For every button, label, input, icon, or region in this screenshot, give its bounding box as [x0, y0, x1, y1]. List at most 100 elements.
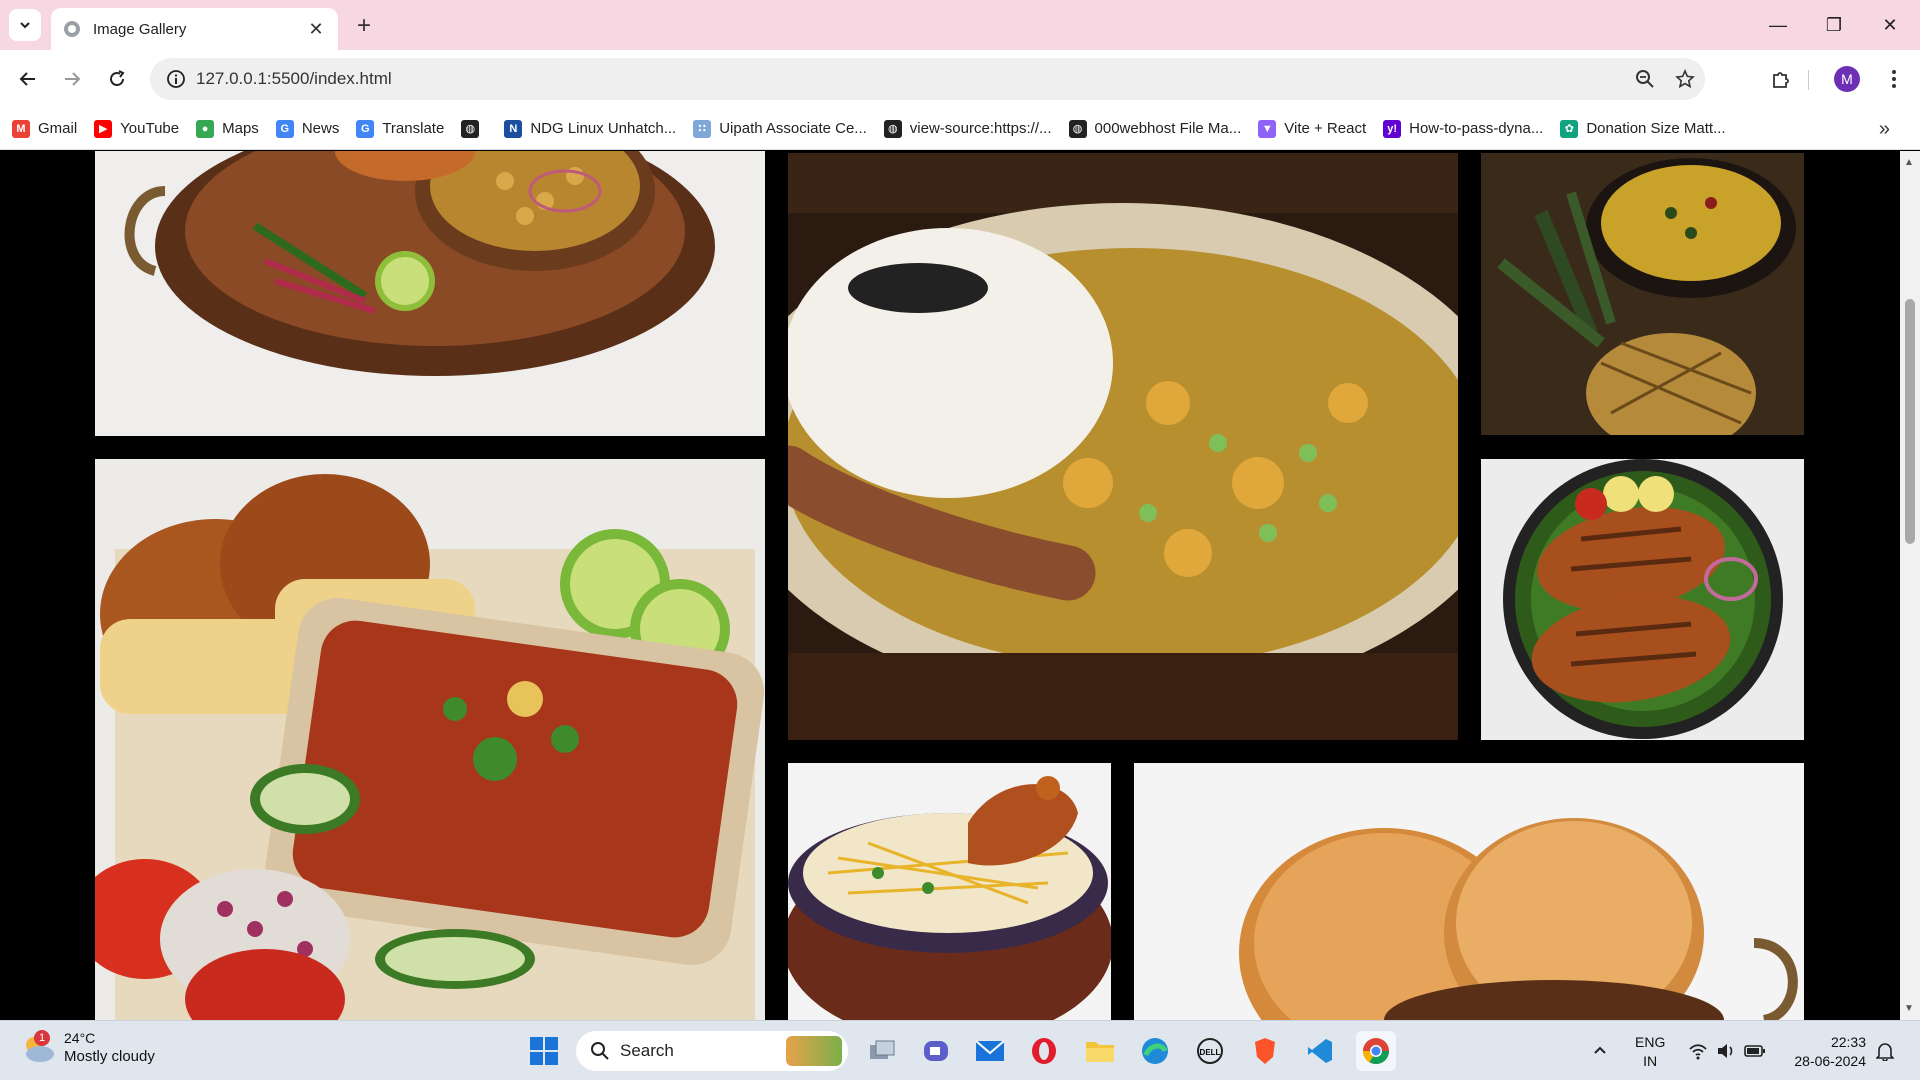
avatar: M	[1834, 66, 1860, 92]
photo-pineapple-curry[interactable]	[1481, 153, 1804, 435]
bookmark-item[interactable]: G Translate	[356, 119, 445, 138]
bookmark-label: Uipath Associate Ce...	[719, 120, 867, 137]
task-view-button[interactable]	[862, 1031, 902, 1071]
globe-icon: ◍	[461, 119, 480, 138]
site-info-icon[interactable]	[156, 69, 196, 89]
mail-button[interactable]	[970, 1031, 1010, 1071]
vertical-scrollbar[interactable]: ▲ ▼	[1900, 151, 1920, 1020]
mail-icon	[975, 1040, 1005, 1061]
opera-icon	[1032, 1038, 1056, 1064]
scroll-down-icon[interactable]: ▼	[1904, 1003, 1914, 1014]
bookmark-item[interactable]: ∷ Uipath Associate Ce...	[693, 119, 867, 138]
show-hidden-icons-button[interactable]	[1592, 1021, 1608, 1080]
windows-taskbar: 1 24°C Mostly cloudy Search DELL ENG IN …	[0, 1020, 1920, 1080]
task-view-icon	[870, 1040, 895, 1059]
bookmark-star-icon[interactable]	[1665, 69, 1705, 89]
bookmark-item[interactable]: G News	[275, 119, 339, 138]
windows-icon	[530, 1037, 558, 1065]
language-indicator[interactable]: ENG IN	[1635, 1033, 1665, 1071]
chrome-button[interactable]	[1356, 1031, 1396, 1071]
bookmark-item[interactable]: ◍	[461, 119, 487, 138]
active-tab[interactable]: Image Gallery ✕	[51, 8, 338, 50]
clock[interactable]: 22:33 28-06-2024	[1794, 1033, 1866, 1071]
bookmark-item[interactable]: M Gmail	[12, 119, 77, 138]
weather-widget[interactable]: 1 24°C Mostly cloudy	[20, 1029, 155, 1067]
bookmark-item[interactable]: ▼ Vite + React	[1258, 119, 1367, 138]
reload-button[interactable]	[101, 63, 133, 95]
close-window-button[interactable]: ✕	[1862, 0, 1918, 50]
scroll-up-icon[interactable]: ▲	[1904, 157, 1914, 168]
photo-chicken-biryani[interactable]	[788, 763, 1111, 1020]
bookmark-item[interactable]: N NDG Linux Unhatch...	[504, 119, 677, 138]
meet-icon	[924, 1041, 948, 1061]
zoom-icon[interactable]	[1625, 69, 1665, 89]
clock-date: 28-06-2024	[1794, 1053, 1866, 1069]
start-button[interactable]	[524, 1031, 564, 1071]
language-code: ENG	[1635, 1034, 1666, 1050]
photo-chole-plate[interactable]	[95, 151, 765, 436]
chevron-down-icon	[20, 22, 30, 29]
vscode-button[interactable]	[1300, 1031, 1340, 1071]
bookmark-item[interactable]: ✿ Donation Size Matt...	[1560, 119, 1726, 138]
openai-icon: ✿	[1560, 119, 1579, 138]
globe-icon: ◍	[883, 119, 902, 138]
svg-text:DELL: DELL	[1200, 1048, 1221, 1057]
arrow-left-icon	[19, 72, 35, 86]
weather-temp: 24°C	[64, 1030, 96, 1046]
photo-fried-fish[interactable]	[1481, 459, 1804, 740]
close-tab-icon[interactable]: ✕	[306, 19, 326, 40]
bookmark-item[interactable]: y! How-to-pass-dyna...	[1383, 119, 1544, 138]
brave-button[interactable]	[1245, 1031, 1285, 1071]
taskbar-search-label: Search	[620, 1041, 674, 1060]
file-explorer-button[interactable]	[1080, 1031, 1120, 1071]
youtube-icon: ▶	[94, 119, 113, 138]
quick-settings-button[interactable]	[1688, 1021, 1766, 1080]
globe-icon: ◍	[1068, 119, 1087, 138]
toolbar-divider	[1808, 70, 1809, 90]
bookmark-label: Translate	[382, 120, 445, 137]
scrollbar-thumb[interactable]	[1905, 299, 1915, 544]
menu-button[interactable]	[1878, 63, 1910, 95]
dell-button[interactable]: DELL	[1190, 1031, 1230, 1071]
clock-time: 22:33	[1830, 1034, 1866, 1050]
bookmark-item[interactable]: ▶ YouTube	[94, 119, 179, 138]
gmail-icon: M	[12, 119, 30, 138]
teams-button[interactable]	[916, 1031, 956, 1071]
taskbar-search[interactable]: Search	[576, 1031, 848, 1071]
restore-button[interactable]: ❐	[1806, 0, 1862, 50]
edge-button[interactable]	[1135, 1031, 1175, 1071]
new-tab-button[interactable]: +	[350, 12, 378, 40]
tab-search-button[interactable]	[9, 9, 41, 41]
weather-cloud-icon: 1	[20, 1030, 56, 1064]
browser-toolbar: 127.0.0.1:5500/index.html M	[0, 50, 1920, 108]
more-bookmarks-icon[interactable]: »	[1879, 118, 1890, 141]
folder-icon	[1086, 1042, 1114, 1062]
bookmark-label: NDG Linux Unhatch...	[530, 120, 677, 137]
news-icon: G	[275, 119, 294, 138]
edge-icon	[1142, 1038, 1168, 1064]
forward-button[interactable]	[56, 63, 88, 95]
photo-rice-curry[interactable]	[788, 153, 1458, 740]
profile-button[interactable]: M	[1831, 63, 1863, 95]
bookmark-label: Vite + React	[1284, 120, 1367, 137]
bookmark-item[interactable]: ● Maps	[196, 119, 259, 138]
bookmark-label: view-source:https://...	[909, 120, 1052, 137]
notifications-button[interactable]	[1876, 1021, 1894, 1080]
gallery-viewport	[0, 151, 1900, 1020]
photo-bhature[interactable]	[1134, 763, 1804, 1020]
address-bar[interactable]: 127.0.0.1:5500/index.html	[150, 58, 1705, 100]
bookmark-label: How-to-pass-dyna...	[1409, 120, 1544, 137]
url-text[interactable]: 127.0.0.1:5500/index.html	[196, 69, 1625, 89]
search-icon	[591, 1042, 609, 1060]
brave-icon	[1255, 1038, 1275, 1064]
opera-button[interactable]	[1024, 1031, 1064, 1071]
photo-pav-bhaji[interactable]	[95, 459, 765, 1020]
back-button[interactable]	[12, 63, 44, 95]
extensions-button[interactable]	[1765, 63, 1797, 95]
bookmark-label: 000webhost File Ma...	[1094, 120, 1242, 137]
reload-icon	[110, 70, 125, 86]
minimize-button[interactable]: —	[1750, 0, 1806, 50]
bookmark-item[interactable]: ◍ 000webhost File Ma...	[1068, 119, 1242, 138]
bookmark-item[interactable]: ◍ view-source:https://...	[883, 119, 1052, 138]
tab-title: Image Gallery	[93, 20, 187, 38]
